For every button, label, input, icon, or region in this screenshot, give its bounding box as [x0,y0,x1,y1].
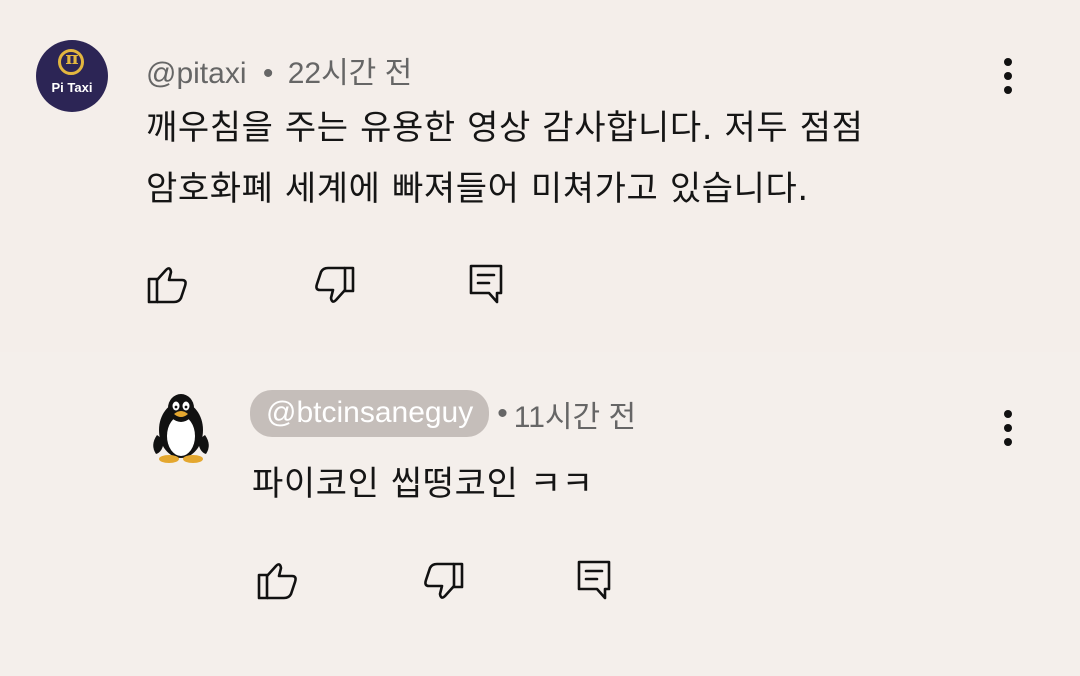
more-vert-icon[interactable] [992,52,1024,100]
penguin-icon [153,394,209,463]
comment-meta: @pitaxi • 22시간 전 [146,48,412,92]
thumb-down-icon[interactable] [422,558,468,604]
meta-separator: • [497,396,508,430]
thumb-down-icon[interactable] [313,262,359,308]
reply-icon[interactable] [575,558,621,604]
comment-text: 깨우침을 주는 유용한 영상 감사합니다. 저두 점점 암호화폐 세계에 빠져들… [146,108,864,210]
comment-author[interactable]: @pitaxi [146,57,247,90]
avatar[interactable]: π Pi Taxi [36,40,108,112]
more-vert-icon[interactable] [992,404,1024,452]
comment-text: 파이코인 씹떵코인 ㅋㅋ [252,464,594,504]
thumb-up-icon[interactable] [253,558,299,604]
comment-author[interactable]: @btcinsaneguy [250,390,490,437]
comment-item: π Pi Taxi @pitaxi • 22시간 전 깨우침을 주는 유용한 영… [0,0,1080,352]
meta-separator: • [262,57,274,90]
comment-meta: @btcinsaneguy • 11시간 전 [250,390,636,437]
thumb-up-icon[interactable] [143,262,189,308]
reply-icon[interactable] [467,262,513,308]
avatar[interactable] [148,388,214,464]
reply-item: @btcinsaneguy • 11시간 전 파이코인 씹떵코인 ㅋㅋ [0,352,1080,676]
avatar-label: Pi Taxi [51,80,93,95]
comment-time: 11시간 전 [513,400,637,434]
pi-logo-icon: π [65,48,79,69]
comment-time: 22시간 전 [287,57,413,90]
